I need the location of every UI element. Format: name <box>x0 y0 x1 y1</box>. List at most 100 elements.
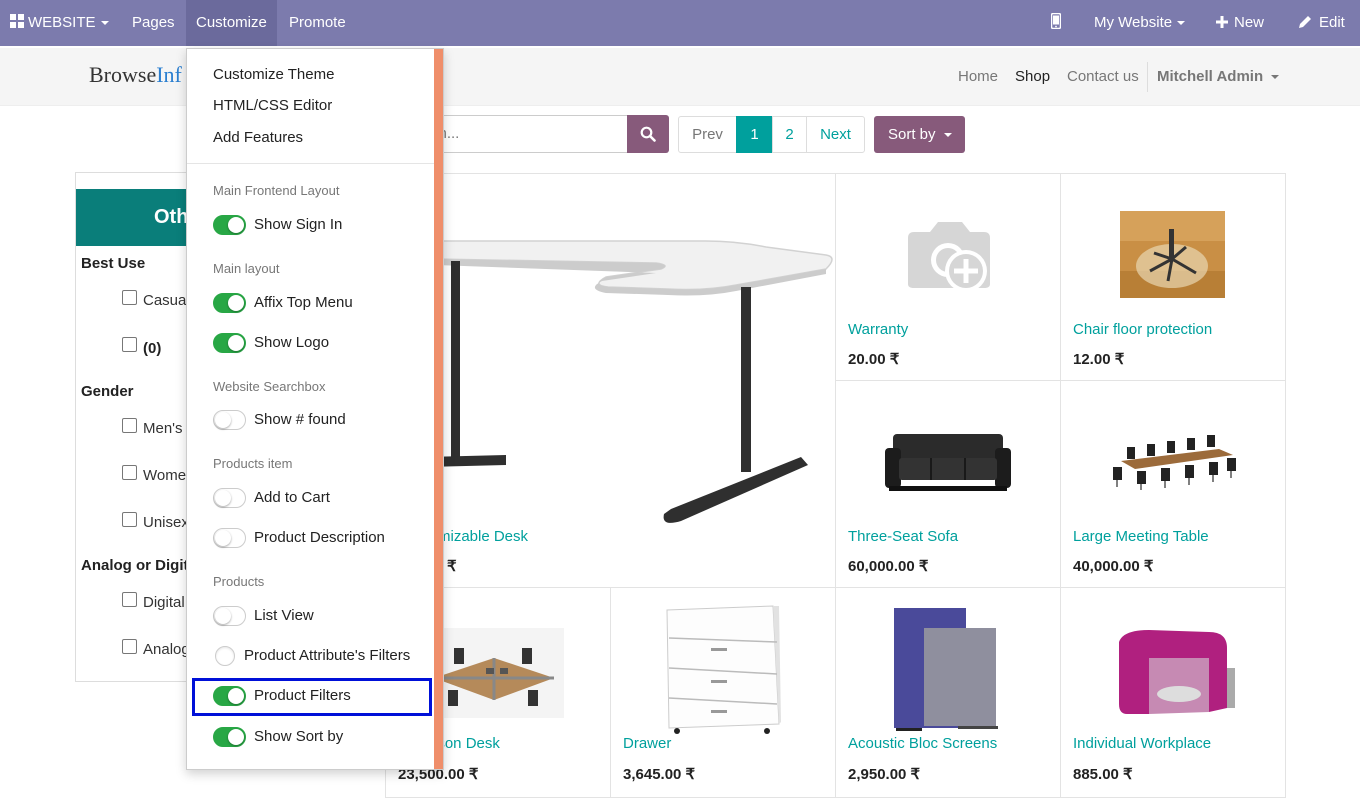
toggle-show-sort-by[interactable] <box>213 727 246 747</box>
filter-checkbox[interactable] <box>122 418 137 433</box>
product-card[interactable]: Warranty 20.00 ₹ <box>835 173 1061 381</box>
product-price: 20.00 ₹ <box>848 351 900 368</box>
highlight-box <box>192 678 432 716</box>
product-card[interactable]: mizable Desk ₹ <box>385 173 836 588</box>
website-menu[interactable]: WEBSITE <box>10 0 109 46</box>
mobile-phone-icon <box>1050 12 1062 30</box>
product-name[interactable]: Warranty <box>848 321 908 338</box>
filter-checkbox[interactable] <box>122 290 137 305</box>
product-name[interactable]: Three-Seat Sofa <box>848 528 958 545</box>
toggle-label[interactable]: Affix Top Menu <box>254 294 353 311</box>
section-header-products-item: Products item <box>213 456 293 471</box>
nav-shop[interactable]: Shop <box>1015 68 1050 85</box>
chevron-down-icon <box>100 21 109 26</box>
mobile-preview-button[interactable] <box>1050 0 1062 46</box>
product-price: 40,000.00 ₹ <box>1073 558 1154 575</box>
nav-home[interactable]: Home <box>958 68 998 85</box>
product-image <box>424 628 564 718</box>
filter-option[interactable]: Men's <box>143 420 183 437</box>
toggle-list-view[interactable] <box>213 606 246 626</box>
toggle-label[interactable]: Product Description <box>254 529 385 546</box>
pager-page-2[interactable]: 2 <box>772 116 807 153</box>
product-price: ₹ <box>447 558 457 575</box>
toggle-label[interactable]: List View <box>254 607 314 624</box>
chevron-down-icon <box>1177 21 1186 26</box>
product-card[interactable]: Acoustic Bloc Screens 2,950.00 ₹ <box>835 587 1061 798</box>
product-card[interactable]: Chair floor protection 12.00 ₹ <box>1060 173 1286 381</box>
pages-menu[interactable]: Pages <box>122 0 185 46</box>
new-button[interactable]: New <box>1216 0 1264 46</box>
filter-checkbox[interactable] <box>122 465 137 480</box>
toggle-label[interactable]: Show Sort by <box>254 728 343 745</box>
product-name[interactable]: mizable Desk <box>438 528 528 545</box>
menu-html-css-editor[interactable]: HTML/CSS Editor <box>213 97 332 114</box>
chevron-down-icon <box>943 133 952 138</box>
toggle-show-found[interactable] <box>213 410 246 430</box>
product-grid: mizable Desk ₹ Warranty 20.00 ₹ Chair fl… <box>385 173 1286 798</box>
product-name[interactable]: Large Meeting Table <box>1073 528 1209 545</box>
filter-checkbox[interactable] <box>122 512 137 527</box>
pager-page-1[interactable]: 1 <box>736 116 773 153</box>
search-icon <box>640 126 656 142</box>
product-search-input[interactable]: ch... <box>418 115 628 153</box>
filter-option[interactable]: Analog <box>143 641 190 658</box>
dropdown-accent-stripe <box>434 49 443 769</box>
product-image <box>894 608 998 731</box>
apps-grid-icon <box>10 14 24 28</box>
toggle-affix-top-menu[interactable] <box>213 293 246 313</box>
product-name[interactable]: Individual Workplace <box>1073 735 1211 752</box>
pager-next[interactable]: Next <box>806 116 865 153</box>
section-header-products: Products <box>213 574 265 589</box>
menu-add-features[interactable]: Add Features <box>213 129 303 146</box>
filter-option[interactable]: (0) <box>143 340 161 357</box>
toggle-label[interactable]: Show Logo <box>254 334 329 351</box>
filter-option[interactable]: Casua <box>143 292 186 309</box>
pencil-icon <box>1299 16 1311 28</box>
site-logo[interactable]: BrowseInf <box>89 62 182 88</box>
filter-option[interactable]: Digital <box>143 594 185 611</box>
toggle-label[interactable]: Show # found <box>254 411 346 428</box>
filter-group-best-use: Best Use <box>81 255 146 272</box>
product-card[interactable]: Large Meeting Table 40,000.00 ₹ <box>1060 380 1286 588</box>
menu-divider <box>187 163 434 164</box>
nav-contact-us[interactable]: Contact us <box>1067 68 1139 85</box>
product-name[interactable]: Drawer <box>623 735 671 752</box>
toggle-show-logo[interactable] <box>213 333 246 353</box>
user-menu[interactable]: Mitchell Admin <box>1147 62 1280 92</box>
search-button[interactable] <box>627 115 669 153</box>
product-image <box>666 605 781 734</box>
filter-option[interactable]: Unisex <box>143 514 189 531</box>
promote-menu[interactable]: Promote <box>279 0 356 46</box>
filter-checkbox[interactable] <box>122 592 137 607</box>
product-price: 60,000.00 ₹ <box>848 558 929 575</box>
product-name[interactable]: Acoustic Bloc Screens <box>848 735 997 752</box>
filter-checkbox[interactable] <box>122 337 137 352</box>
pager-prev[interactable]: Prev <box>678 116 737 153</box>
sort-by-dropdown[interactable]: Sort by <box>874 116 965 153</box>
radio-product-attribute-filters[interactable] <box>215 646 235 666</box>
toggle-label[interactable]: Show Sign In <box>254 216 342 233</box>
filter-checkbox[interactable] <box>122 639 137 654</box>
toggle-label[interactable]: Add to Cart <box>254 489 330 506</box>
toggle-show-sign-in[interactable] <box>213 215 246 235</box>
product-image <box>426 240 833 523</box>
edit-button-label: Edit <box>1319 14 1345 31</box>
camera-placeholder-icon <box>908 222 990 292</box>
menu-customize-theme[interactable]: Customize Theme <box>213 66 334 83</box>
my-website-menu[interactable]: My Website <box>1094 0 1186 46</box>
product-card[interactable]: Individual Workplace 885.00 ₹ <box>1060 587 1286 798</box>
filter-group-analog-digital: Analog or Digit <box>81 557 189 574</box>
new-button-label: New <box>1234 14 1265 31</box>
toggle-product-description[interactable] <box>213 528 246 548</box>
product-name[interactable]: Chair floor protection <box>1073 321 1212 338</box>
product-price: 3,645.00 ₹ <box>623 766 696 783</box>
edit-button[interactable]: Edit <box>1298 0 1345 46</box>
customize-menu[interactable]: Customize <box>186 0 277 46</box>
product-card[interactable]: Drawer 3,645.00 ₹ <box>610 587 836 798</box>
filter-option[interactable]: Wome <box>143 467 186 484</box>
product-image <box>885 434 1011 491</box>
toggle-add-to-cart[interactable] <box>213 488 246 508</box>
product-card[interactable]: Three-Seat Sofa 60,000.00 ₹ <box>835 380 1061 588</box>
product-image <box>1113 435 1236 490</box>
toggle-label[interactable]: Product Attribute's Filters <box>244 647 410 664</box>
